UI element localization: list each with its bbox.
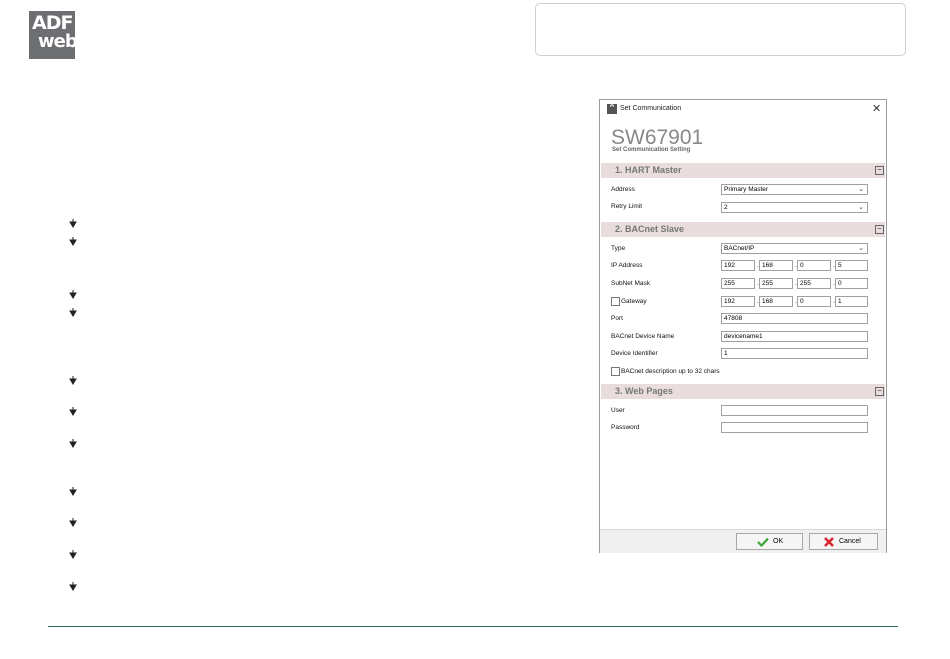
gateway-octet-2[interactable]: 168 (759, 296, 793, 307)
gateway-octet-4[interactable]: 1 (835, 296, 868, 307)
gateway-checkbox[interactable] (611, 297, 620, 306)
device-name-input[interactable]: devicename1 (721, 331, 868, 342)
section-title: 2. BACnet Slave (615, 224, 685, 234)
bullet-arrow-icon (69, 290, 77, 299)
ip-address-label: IP Address (611, 262, 643, 269)
address-select[interactable]: Primary Master ⌄ (721, 184, 868, 195)
device-identifier-label: Device Identifier (611, 350, 658, 357)
set-communication-dialog: A Set Communication ✕ SW67901 Set Commun… (599, 99, 887, 553)
dialog-footer: OK Cancel (600, 529, 886, 553)
logo-line2: web (38, 31, 78, 52)
section-title: 1. HART Master (615, 165, 682, 175)
gateway-octet-1[interactable]: 192 (721, 296, 755, 307)
retry-limit-value: 2 (724, 204, 728, 211)
gateway-octet-3[interactable]: 0 (797, 296, 831, 307)
description-32-chars-label: BACnet description up to 32 chars (621, 368, 720, 375)
subnet-mask-label: SubNet Mask (611, 280, 651, 287)
bullet-arrow-icon (69, 407, 77, 416)
description-32-chars-checkbox[interactable] (611, 367, 620, 376)
type-select[interactable]: BACnet/IP ⌄ (721, 243, 868, 254)
address-value: Primary Master (724, 186, 769, 193)
collapse-icon[interactable]: − (875, 387, 884, 396)
subnet-octet-4[interactable]: 0 (835, 278, 868, 289)
cancel-button[interactable]: Cancel (809, 533, 878, 550)
section-web-pages: 3. Web Pages − (601, 384, 885, 399)
bullet-arrow-icon (69, 582, 77, 591)
bullet-arrow-icon (69, 376, 77, 385)
chevron-down-icon: ⌄ (858, 245, 864, 252)
bullet-arrow-icon (69, 518, 77, 527)
user-input[interactable] (721, 405, 868, 416)
ip-octet-4[interactable]: 5 (835, 260, 868, 271)
user-label: User (611, 407, 625, 414)
type-value: BACnet/IP (724, 245, 755, 252)
device-identifier-input[interactable]: 1 (721, 348, 868, 359)
chevron-down-icon: ⌄ (858, 204, 864, 211)
type-label: Type (611, 245, 626, 252)
dialog-titlebar[interactable]: A Set Communication ✕ (600, 100, 886, 119)
retry-limit-select[interactable]: 2 ⌄ (721, 202, 868, 213)
port-input[interactable]: 47808 (721, 313, 868, 324)
gateway-label: Gateway (621, 298, 647, 305)
subnet-octet-3[interactable]: 255 (797, 278, 831, 289)
section-hart-master: 1. HART Master − (601, 163, 885, 178)
ip-octet-3[interactable]: 0 (797, 260, 831, 271)
collapse-icon[interactable]: − (875, 166, 884, 175)
dialog-title: Set Communication (620, 105, 682, 112)
ok-button[interactable]: OK (736, 533, 803, 550)
app-icon: A (607, 104, 617, 114)
bullet-arrow-icon (69, 487, 77, 496)
bullet-arrow-icon (69, 308, 77, 317)
bullet-arrow-icon (69, 237, 77, 246)
retry-limit-label: Retry Limit (611, 203, 643, 210)
bullet-arrow-icon (69, 219, 77, 228)
subnet-octet-2[interactable]: 255 (759, 278, 793, 289)
close-icon[interactable]: ✕ (872, 102, 881, 115)
section-bacnet-slave: 2. BACnet Slave − (601, 222, 885, 237)
footer-divider (48, 626, 898, 627)
ip-octet-1[interactable]: 192 (721, 260, 755, 271)
address-label: Address (611, 186, 635, 193)
section-title: 3. Web Pages (615, 386, 673, 396)
dialog-body: SW67901 Set Communication Setting 1. HAR… (601, 120, 885, 529)
bullet-arrow-icon (69, 550, 77, 559)
adfweb-logo: ADF web (29, 11, 78, 59)
collapse-icon[interactable]: − (875, 225, 884, 234)
chevron-down-icon: ⌄ (858, 186, 864, 193)
x-icon (824, 537, 834, 547)
bullet-arrow-icon (69, 439, 77, 448)
header-box (535, 3, 906, 56)
port-label: Port (611, 315, 623, 322)
device-name-label: BACnet Device Name (611, 333, 675, 340)
check-icon (757, 537, 769, 547)
subnet-octet-1[interactable]: 255 (721, 278, 755, 289)
ok-label: OK (773, 538, 784, 545)
dialog-subheading: Set Communication Setting (612, 147, 691, 153)
ip-octet-2[interactable]: 168 (759, 260, 793, 271)
password-label: Password (611, 424, 640, 431)
password-input[interactable] (721, 422, 868, 433)
cancel-label: Cancel (839, 538, 861, 545)
